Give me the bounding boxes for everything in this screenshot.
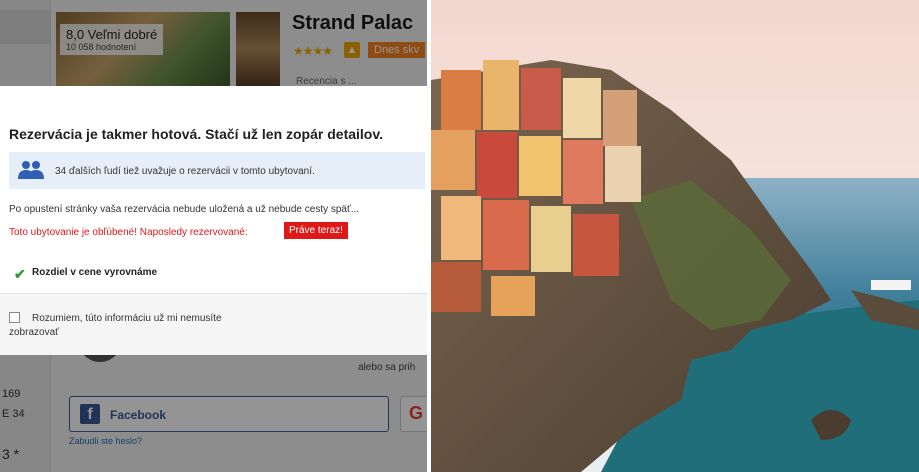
warning-text: Po opustení stránky vaša rezervácia nebu… [9, 204, 360, 215]
popular-text: Toto ubytovanie je obľúbené! Naposledy r… [9, 227, 248, 238]
booked-now-badge: Práve teraz! [284, 222, 348, 239]
info-text: 34 ďalších ľudí tiež uvažuje o rezerváci… [55, 166, 315, 177]
modal-footer: Rozumiem, túto informáciu už mi nemusíte… [0, 293, 427, 355]
people-icon [18, 161, 44, 179]
booking-screenshot-panel: 169 E 34 3 * 8,0 Veľmi dobré 10 058 hodn… [0, 0, 427, 472]
exit-intent-modal: Rezervácia je takmer hotová. Stačí už le… [0, 86, 427, 355]
modal-title: Rezervácia je takmer hotová. Stačí už le… [9, 126, 383, 142]
coastal-village-photo [431, 0, 919, 472]
dismiss-label[interactable]: Rozumiem, túto informáciu už mi nemusíte… [9, 312, 259, 340]
info-bar: 34 ďalších ľudí tiež uvažuje o rezerváci… [9, 152, 425, 189]
checkmark-icon: ✔ [14, 266, 26, 282]
price-match-text: Rozdiel v cene vyrovnáme [32, 267, 158, 278]
coastal-village-illustration [431, 0, 919, 472]
